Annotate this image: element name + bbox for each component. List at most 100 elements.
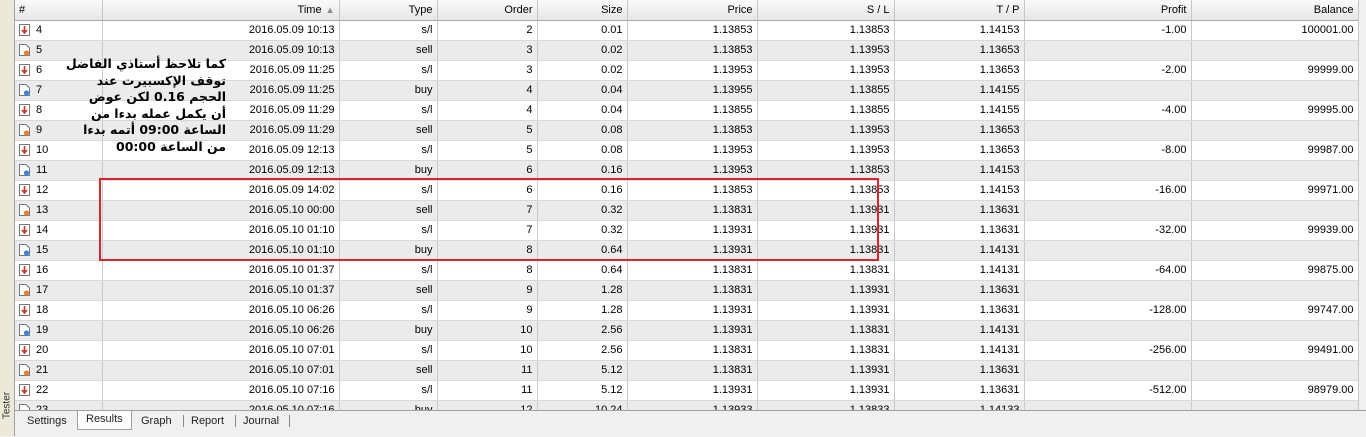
cell-profit [1024,80,1192,101]
col-header-sl[interactable]: S / L [757,0,895,21]
cell-price: 1.13853 [627,120,758,141]
col-header-tp[interactable]: T / P [894,0,1025,21]
cell-sl: 1.13855 [757,80,895,101]
tab-graph[interactable]: Graph [133,413,180,429]
cell-balance [1191,360,1358,381]
table-row[interactable]: 21 2016.05.10 07:01 sell 11 5.12 1.13831 1.139… [15,360,1358,381]
sell-order-icon [19,204,30,217]
cell-size: 0.64 [537,260,628,281]
table-row[interactable]: 4 2016.05.09 10:13 s/l 2 0.01 1.13853 1.13853 1… [15,20,1358,41]
cell-type: s/l [339,100,438,121]
sell-order-icon [19,44,30,57]
sell-order-icon [19,364,30,377]
buy-order-icon [19,324,30,337]
row-id: 11 [36,163,48,176]
cell-price: 1.13931 [627,320,758,341]
cell-tp: 1.13631 [894,380,1025,401]
cell-tp: 1.14155 [894,80,1025,101]
cell-number: 11 [15,160,103,181]
cell-price: 1.13831 [627,360,758,381]
cell-sl: 1.13853 [757,160,895,181]
col-header-type[interactable]: Type [339,0,438,21]
cell-order: 10 [437,320,538,341]
cell-size: 1.28 [537,280,628,301]
cell-sl: 1.13953 [757,40,895,61]
cell-tp: 1.13653 [894,140,1025,161]
vertical-scrollbar[interactable] [1358,0,1366,410]
table-row[interactable]: 20 2016.05.10 07:01 s/l 10 2.56 1.13831 1.1383… [15,340,1358,361]
cell-price: 1.13955 [627,80,758,101]
cell-number: 13 [15,200,103,221]
row-id: 9 [36,123,43,136]
col-header-number[interactable]: # [15,0,103,21]
row-id: 12 [36,183,49,196]
cell-sl: 1.13853 [757,180,895,201]
cell-price: 1.13831 [627,200,758,221]
table-row[interactable]: 19 2016.05.10 06:26 buy 10 2.56 1.13931 1.1383… [15,320,1358,341]
cell-tp: 1.13653 [894,40,1025,61]
cell-size: 0.02 [537,60,628,81]
col-header-profit[interactable]: Profit [1024,0,1192,21]
cell-balance [1191,160,1358,181]
tab-settings[interactable]: Settings [19,413,75,429]
sl-arrow-icon [19,144,30,157]
sl-arrow-icon [19,224,30,237]
cell-price: 1.13831 [627,260,758,281]
cell-type: sell [339,280,438,301]
tab-results[interactable]: Results [77,411,132,430]
cell-order: 9 [437,300,538,321]
cell-type: sell [339,200,438,221]
col-header-order[interactable]: Order [437,0,538,21]
table-row[interactable]: 23 2016.05.10 07:16 buy 12 10.24 1.13933 1.138… [15,400,1358,410]
table-row[interactable]: 14 2016.05.10 01:10 s/l 7 0.32 1.13931 1.13931… [15,220,1358,241]
cell-balance [1191,200,1358,221]
tab-report[interactable]: Report [183,413,232,429]
cell-number: 12 [15,180,103,201]
cell-type: buy [339,320,438,341]
cell-tp: 1.14131 [894,240,1025,261]
cell-profit [1024,240,1192,261]
sl-arrow-icon [19,184,30,197]
col-header-balance[interactable]: Balance [1191,0,1358,21]
table-row[interactable]: 17 2016.05.10 01:37 sell 9 1.28 1.13831 1.1393… [15,280,1358,301]
table-row[interactable]: 13 2016.05.10 00:00 sell 7 0.32 1.13831 1.1393… [15,200,1358,221]
col-header-price[interactable]: Price [627,0,758,21]
table-row[interactable]: 18 2016.05.10 06:26 s/l 9 1.28 1.13931 1.13931… [15,300,1358,321]
table-row[interactable]: 15 2016.05.10 01:10 buy 8 0.64 1.13931 1.13831… [15,240,1358,261]
buy-order-icon [19,244,30,257]
cell-balance: 99971.00 [1191,180,1358,201]
col-header-size[interactable]: Size [537,0,628,21]
sl-arrow-icon [19,24,30,37]
cell-time: 2016.05.09 10:13 [102,20,340,41]
table-row[interactable]: 11 2016.05.09 12:13 buy 6 0.16 1.13953 1.13853… [15,160,1358,181]
cell-time: 2016.05.10 07:16 [102,380,340,401]
cell-tp: 1.13653 [894,60,1025,81]
col-header-time-label: Time [297,3,322,16]
table-row[interactable]: 22 2016.05.10 07:16 s/l 11 5.12 1.13931 1.1393… [15,380,1358,401]
row-id: 22 [36,383,49,396]
cell-tp: 1.14131 [894,260,1025,281]
cell-balance: 99995.00 [1191,100,1358,121]
cell-type: buy [339,240,438,261]
annotation-line: كما تلاحظ أستاذي الفاضل [65,56,226,71]
cell-balance: 99987.00 [1191,140,1358,161]
table-row[interactable]: 12 2016.05.09 14:02 s/l 6 0.16 1.13853 1.13853… [15,180,1358,201]
cell-type: sell [339,360,438,381]
cell-size: 2.56 [537,340,628,361]
cell-time: 2016.05.10 06:26 [102,300,340,321]
cell-type: buy [339,80,438,101]
cell-time: 2016.05.09 12:13 [102,160,340,181]
cell-price: 1.13953 [627,160,758,181]
cell-size: 0.32 [537,200,628,221]
col-header-time[interactable]: Time ▲ [102,0,340,21]
cell-sl: 1.13931 [757,360,895,381]
row-id: 17 [36,283,49,296]
cell-sl: 1.13931 [757,280,895,301]
row-id: 19 [36,323,49,336]
cell-number: 15 [15,240,103,261]
cell-profit: -16.00 [1024,180,1192,201]
cell-balance: 99999.00 [1191,60,1358,81]
cell-profit [1024,120,1192,141]
tab-journal[interactable]: Journal [235,413,287,429]
table-row[interactable]: 16 2016.05.10 01:37 s/l 8 0.64 1.13831 1.13831… [15,260,1358,281]
